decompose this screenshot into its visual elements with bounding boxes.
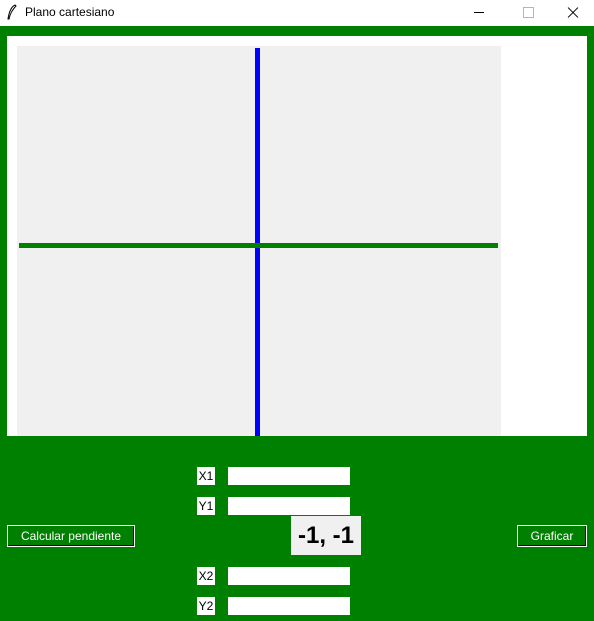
y2-label: Y2 [197,597,215,615]
window-title: Plano cartesiano [25,5,115,19]
feather-icon [7,4,17,20]
close-button[interactable] [550,0,594,26]
maximize-button[interactable] [505,0,551,26]
minimize-button[interactable] [456,0,502,26]
y2-input[interactable] [228,597,350,615]
x1-label: X1 [197,467,215,485]
x-axis [19,243,498,248]
calculate-slope-button[interactable]: Calcular pendiente [7,525,135,547]
x2-input[interactable] [228,567,350,585]
y-axis [255,48,260,436]
slope-result: -1, -1 [291,516,361,555]
app-body: X1 Y1 Calcular pendiente -1, -1 Graficar… [0,26,594,621]
plot-canvas [7,36,587,436]
cartesian-plane [17,46,501,436]
y1-input[interactable] [228,497,350,515]
x1-input[interactable] [228,467,350,485]
x2-label: X2 [197,567,215,585]
y1-label: Y1 [197,497,215,515]
plot-button[interactable]: Graficar [517,525,587,547]
title-bar: Plano cartesiano [0,0,594,26]
